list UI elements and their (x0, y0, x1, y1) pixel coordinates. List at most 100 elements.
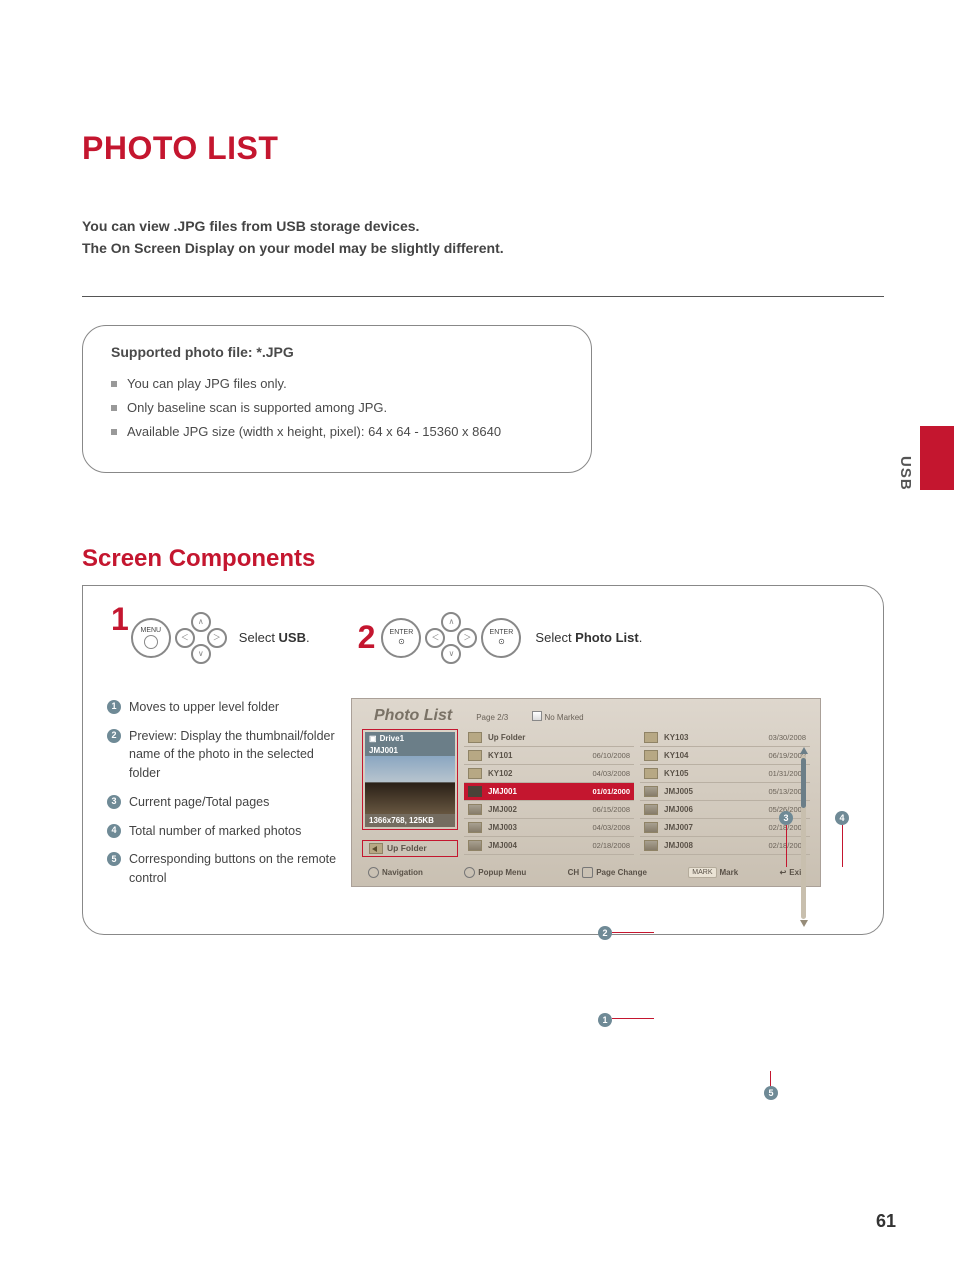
enter-button-icon: ENTER⊙ (481, 618, 521, 658)
box-item: Only baseline scan is supported among JP… (111, 396, 563, 420)
step-2-text: Select Photo List. (535, 630, 642, 645)
file-name: JMJ001 (488, 787, 586, 796)
annotation-5: 5 (764, 1086, 778, 1100)
file-name: KY105 (664, 769, 762, 778)
osd-footer-bar: Navigation Popup Menu CH Page Change MAR… (362, 857, 810, 882)
file-name: KY103 (664, 733, 762, 742)
folder-icon (644, 732, 658, 743)
intro-line-1: You can view .JPG files from USB storage… (82, 215, 884, 237)
exit-icon: ↩ (780, 868, 787, 877)
file-name: JMJ002 (488, 805, 586, 814)
supported-file-box: Supported photo file: *.JPG You can play… (82, 325, 592, 473)
menu-button-icon: MENU (131, 618, 171, 658)
file-name: JMJ007 (664, 823, 762, 832)
scrollbar[interactable] (801, 755, 806, 919)
image-icon (644, 786, 658, 797)
osd-title: Photo List (374, 707, 452, 725)
dpad-icon: ∧∨ ＜＞ (177, 614, 225, 662)
file-row[interactable]: JMJ00802/18/2008 (640, 837, 810, 855)
legend-text: Current page/Total pages (129, 793, 269, 812)
legend-text: Moves to upper level folder (129, 698, 279, 717)
file-name: Up Folder (488, 733, 624, 742)
folder-up-icon (369, 843, 383, 854)
file-name: KY104 (664, 751, 762, 760)
page-side-label: USB (897, 456, 914, 491)
image-icon (468, 840, 482, 851)
file-row[interactable]: KY102 04/03/2008 (464, 765, 634, 783)
page-icon (582, 867, 593, 878)
current-file-name: JMJ001 (365, 745, 455, 756)
page-title: PHOTO LIST (82, 130, 884, 167)
folder-icon (468, 732, 482, 743)
annotation-1: 1 (598, 1013, 612, 1027)
file-row[interactable]: KY10501/31/2008 (640, 765, 810, 783)
step-1-number: 1 (111, 601, 129, 638)
up-folder-chip[interactable]: Up Folder (362, 840, 458, 857)
callout-4-icon: 4 (107, 824, 121, 838)
file-row[interactable]: KY103 03/30/2008 (640, 729, 810, 747)
osd-file-list: Up FolderKY10106/10/2008KY10204/03/2008J… (464, 729, 810, 857)
annotation-2: 2 (598, 926, 612, 940)
file-row[interactable]: JMJ001 01/01/2000 (464, 783, 634, 801)
image-icon (468, 804, 482, 815)
image-icon (644, 804, 658, 815)
file-row[interactable]: JMJ004 02/18/2008 (464, 837, 634, 855)
intro-line-2: The On Screen Display on your model may … (82, 237, 884, 259)
tv-osd-screenshot: Photo List Page 2/3 No Marked ▣Drive1 JM… (351, 698, 821, 887)
file-name: JMJ008 (664, 841, 762, 850)
file-row[interactable]: Up Folder (464, 729, 634, 747)
file-row[interactable]: JMJ002 06/15/2008 (464, 801, 634, 819)
callout-3-icon: 3 (107, 795, 121, 809)
file-name: JMJ003 (488, 823, 586, 832)
mark-key-icon: MARK (688, 867, 716, 878)
subheading: Screen Components (82, 545, 884, 573)
intro-block: You can view .JPG files from USB storage… (82, 215, 884, 260)
divider (82, 296, 884, 297)
folder-icon (644, 768, 658, 779)
annotation-3: 3 (779, 811, 793, 825)
file-date: 06/15/2008 (592, 805, 630, 814)
drive-label: Drive1 (380, 734, 404, 743)
file-date: 02/18/2008 (592, 841, 630, 850)
osd-marked-count: No Marked (544, 713, 583, 722)
page-side-tab (920, 426, 954, 490)
legend-text: Total number of marked photos (129, 822, 301, 841)
file-date: 04/03/2008 (592, 823, 630, 832)
file-date: 04/03/2008 (592, 769, 630, 778)
step-1-text: Select USB. (239, 630, 310, 645)
annotation-4: 4 (835, 811, 849, 825)
file-row[interactable]: KY101 06/10/2008 (464, 747, 634, 765)
osd-preview-pane: ▣Drive1 JMJ001 1366x768, 125KB (362, 729, 458, 830)
file-row[interactable]: JMJ00505/13/2008 (640, 783, 810, 801)
image-icon (468, 786, 482, 797)
file-row[interactable]: JMJ003 04/03/2008 (464, 819, 634, 837)
file-row[interactable]: KY10406/19/2008 (640, 747, 810, 765)
callout-1-icon: 1 (107, 700, 121, 714)
drive-icon: ▣ (369, 734, 377, 743)
screen-components-diagram: 1 MENU ∧∨ ＜＞ Select USB. 2 ENTER⊙ ∧∨ ＜＞ … (82, 585, 884, 935)
legend-text: Preview: Display the thumbnail/folder na… (129, 727, 337, 783)
checkbox-icon (532, 711, 542, 721)
step-row: 1 MENU ∧∨ ＜＞ Select USB. 2 ENTER⊙ ∧∨ ＜＞ … (107, 614, 859, 662)
dpad-icon: ∧∨ ＜＞ (427, 614, 475, 662)
file-date: 01/01/2000 (592, 787, 630, 796)
file-date: 06/10/2008 (592, 751, 630, 760)
file-date: 03/30/2008 (768, 733, 806, 742)
nav-icon (368, 867, 379, 878)
image-icon (468, 822, 482, 833)
box-item: You can play JPG files only. (111, 372, 563, 396)
preview-thumbnail (365, 756, 455, 814)
file-name: JMJ005 (664, 787, 762, 796)
image-icon (644, 840, 658, 851)
file-name: JMJ004 (488, 841, 586, 850)
image-icon (644, 822, 658, 833)
file-name: KY101 (488, 751, 586, 760)
box-item: Available JPG size (width x height, pixe… (111, 420, 563, 444)
file-name: KY102 (488, 769, 586, 778)
legend-text: Corresponding buttons on the remote cont… (129, 850, 337, 888)
file-dimensions: 1366x768, 125KB (365, 814, 455, 827)
osd-page-indicator: Page 2/3 (476, 713, 508, 722)
folder-icon (468, 750, 482, 761)
callout-2-icon: 2 (107, 729, 121, 743)
enter-button-icon: ENTER⊙ (381, 618, 421, 658)
